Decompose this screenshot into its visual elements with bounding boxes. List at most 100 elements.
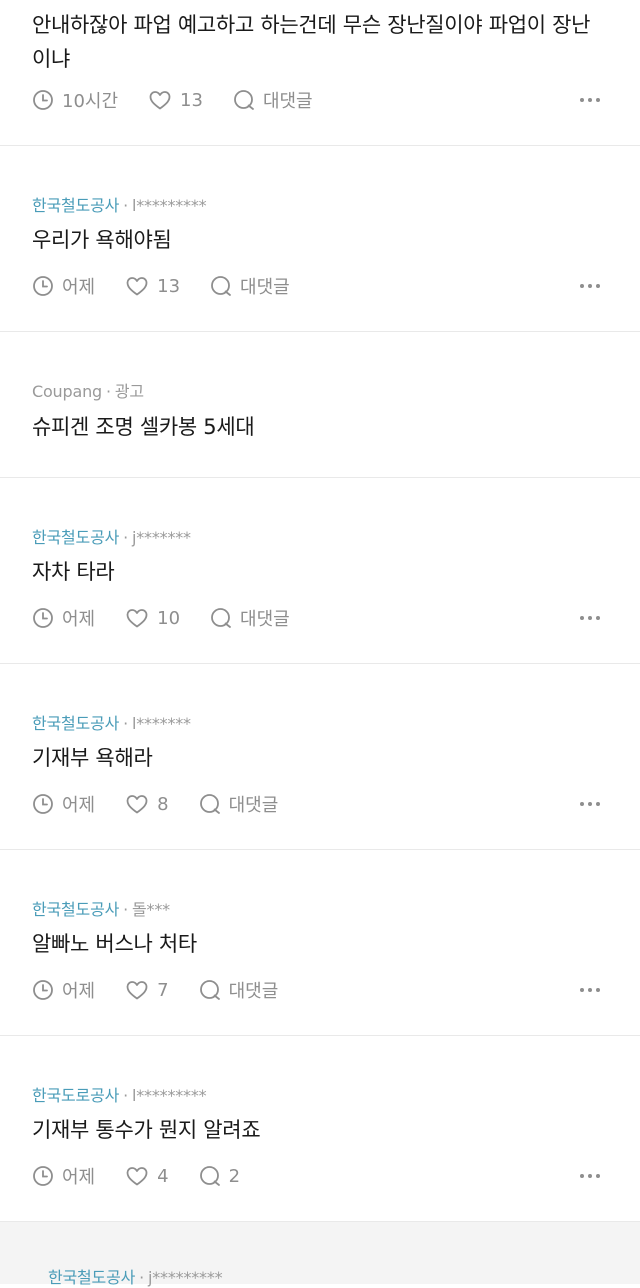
time-text: 어제: [62, 1167, 96, 1188]
ad-meta: Coupang · 광고: [32, 382, 144, 402]
meta-separator: ·: [123, 714, 129, 733]
clock-icon: [33, 608, 53, 628]
comment-stats: 어제 7 대댓글: [32, 976, 308, 1004]
comment-item[interactable]: 한국철도공사 · l********* 우리가 욕해야됨 어제 13 대댓글: [0, 146, 640, 332]
like-button[interactable]: 13: [125, 275, 180, 297]
time-text: 어제: [62, 277, 96, 298]
comment-item[interactable]: 안내하잖아 파업 예고하고 하는건데 무슨 장난질이야 파업이 장난 이냐 10…: [0, 0, 640, 146]
comment-stats: 10시간 13 대댓글: [32, 86, 343, 114]
clock-icon: [33, 794, 53, 814]
comment-count: 2: [228, 1165, 241, 1187]
time-stat: 10시간: [32, 87, 118, 113]
comment-item[interactable]: 한국철도공사 · l******* 기재부 욕해라 어제 8 대댓글: [0, 664, 640, 850]
speech-bubble-icon: [211, 608, 231, 628]
like-count: 7: [157, 979, 169, 1001]
heart-icon: [126, 1167, 148, 1186]
author-name: 돌***: [132, 900, 170, 919]
company-name[interactable]: 한국철도공사: [32, 528, 119, 547]
reply-button[interactable]: 대댓글: [199, 791, 279, 817]
author-name: j*******: [132, 528, 191, 547]
comment-text: 자차 타라: [32, 560, 115, 584]
heart-icon: [126, 795, 148, 814]
comment-meta: 한국철도공사 · j*********: [48, 1268, 223, 1288]
meta-separator: ·: [123, 196, 129, 215]
company-name[interactable]: 한국철도공사: [48, 1268, 135, 1287]
comment-text: 기재부 통수가 뭔지 알려죠: [32, 1118, 261, 1142]
meta-separator: ·: [123, 1086, 129, 1105]
like-button[interactable]: 4: [125, 1165, 169, 1187]
comment-text: 알빠노 버스나 처타: [32, 932, 197, 956]
meta-separator: ·: [123, 528, 129, 547]
reply-label: 대댓글: [228, 981, 279, 1002]
more-dots-icon[interactable]: [580, 284, 600, 288]
speech-bubble-icon: [199, 980, 220, 1000]
more-dots-icon[interactable]: [580, 802, 600, 806]
comment-text: 기재부 욕해라: [32, 746, 153, 770]
reply-button[interactable]: 대댓글: [199, 977, 279, 1003]
clock-icon: [33, 90, 53, 110]
reply-button[interactable]: 대댓글: [210, 605, 290, 631]
comment-meta: 한국철도공사 · l*******: [32, 714, 191, 734]
clock-icon: [33, 1166, 53, 1186]
reply-button[interactable]: 대댓글: [210, 273, 290, 299]
company-name[interactable]: 한국도로공사: [32, 1086, 119, 1105]
reply-label: 대댓글: [262, 91, 313, 112]
company-name[interactable]: 한국철도공사: [32, 714, 119, 733]
comment-item[interactable]: 한국철도공사 · j******* 자차 타라 어제 10 대댓글: [0, 478, 640, 664]
like-count: 4: [157, 1165, 169, 1187]
like-count: 10: [157, 607, 181, 629]
time-text: 10시간: [62, 91, 119, 112]
ad-item[interactable]: Coupang · 광고 슈피겐 조명 셀카봉 5세대: [0, 332, 640, 478]
company-name[interactable]: 한국철도공사: [32, 196, 119, 215]
clock-icon: [33, 276, 53, 296]
more-dots-icon[interactable]: [580, 988, 600, 992]
comment-stats: 어제 8 대댓글: [32, 790, 308, 818]
time-stat: 어제: [32, 1163, 95, 1189]
author-name: l*********: [132, 1086, 207, 1105]
time-stat: 어제: [32, 273, 95, 299]
time-text: 어제: [62, 609, 96, 630]
comment-text-line: 이냐: [32, 47, 71, 71]
like-button[interactable]: 7: [125, 979, 169, 1001]
like-button[interactable]: 13: [148, 89, 203, 111]
reply-label: 대댓글: [240, 609, 290, 630]
ad-sponsor: Coupang: [32, 382, 102, 401]
more-dots-icon[interactable]: [580, 98, 600, 102]
author-name: l*********: [132, 196, 207, 215]
reply-item[interactable]: 한국철도공사 · j*********: [0, 1222, 640, 1287]
like-count: 8: [157, 793, 169, 815]
reply-button[interactable]: 대댓글: [233, 87, 313, 113]
comment-text: 우리가 욕해야됨: [32, 228, 172, 252]
heart-icon: [126, 981, 148, 1000]
time-stat: 어제: [32, 791, 95, 817]
more-dots-icon[interactable]: [580, 616, 600, 620]
comment-stats: 어제 4 2: [32, 1162, 270, 1190]
like-button[interactable]: 10: [125, 607, 180, 629]
time-stat: 어제: [32, 605, 95, 631]
like-count: 13: [180, 89, 203, 111]
comment-meta: 한국철도공사 · l*********: [32, 196, 207, 216]
time-text: 어제: [62, 795, 96, 816]
company-name[interactable]: 한국철도공사: [32, 900, 119, 919]
speech-bubble-icon: [199, 794, 220, 814]
heart-icon: [149, 91, 171, 110]
time-stat: 어제: [32, 977, 95, 1003]
comment-stats: 어제 13 대댓글: [32, 272, 320, 300]
reply-label: 대댓글: [228, 795, 279, 816]
comment-meta: 한국철도공사 · 돌***: [32, 900, 170, 920]
reply-label: 대댓글: [240, 277, 290, 298]
meta-separator: ·: [123, 900, 129, 919]
reply-button[interactable]: 2: [199, 1165, 240, 1187]
more-dots-icon[interactable]: [580, 1174, 600, 1178]
comment-text: 안내하잖아 파업 예고하고 하는건데 무슨 장난질이야 파업이 장난 이냐: [32, 8, 608, 76]
speech-bubble-icon: [234, 90, 254, 110]
ad-text[interactable]: 슈피겐 조명 셀카봉 5세대: [32, 410, 255, 444]
comment-item[interactable]: 한국도로공사 · l********* 기재부 통수가 뭔지 알려죠 어제 4 2: [0, 1036, 640, 1222]
comment-stats: 어제 10 대댓글: [32, 604, 320, 632]
like-button[interactable]: 8: [125, 793, 169, 815]
speech-bubble-icon: [211, 276, 231, 296]
meta-separator: ·: [139, 1268, 145, 1287]
meta-separator: ·: [105, 382, 111, 401]
like-count: 13: [157, 275, 181, 297]
comment-item[interactable]: 한국철도공사 · 돌*** 알빠노 버스나 처타 어제 7 대댓글: [0, 850, 640, 1036]
